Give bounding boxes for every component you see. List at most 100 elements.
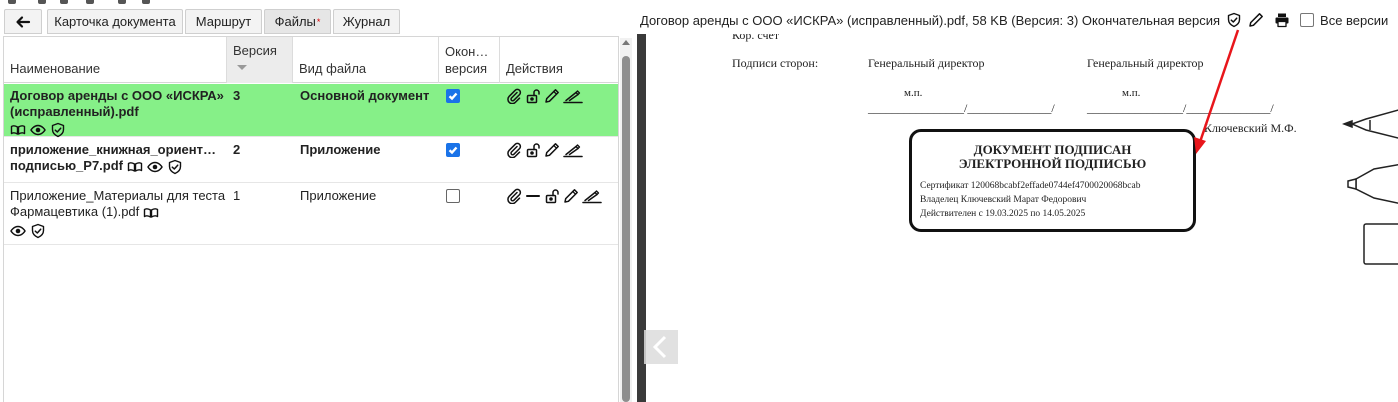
scroll-up-arrow[interactable] [622,40,630,45]
tab-route[interactable]: Маршрут [185,9,262,34]
paperclip-icon[interactable] [506,188,522,204]
paperclip-icon[interactable] [506,88,522,104]
eye-icon[interactable] [30,122,46,138]
file-icons [10,223,226,239]
minus-icon[interactable] [525,188,541,204]
sign-icon[interactable] [563,88,583,104]
shield-check-icon[interactable] [167,159,183,175]
stamp-title: ЭЛЕКТРОННОЙ ПОДПИСЬЮ [958,156,1147,171]
all-versions-checkbox[interactable] [1300,13,1315,27]
pdf-text: Ключевский М.Ф. [1204,121,1297,135]
stamp-cert: Сертификат 120068bcabf2effade0744ef47000… [920,181,1141,191]
table-row[interactable]: Приложение_Материалы для теста Фармацевт… [4,184,618,245]
file-version: 1 [233,188,241,203]
file-name: Договор аренды с ООО «ИСКРА» (исправленн… [10,88,224,119]
pencil-icon[interactable] [1248,12,1264,28]
toolbar-icon[interactable] [60,0,68,4]
header-label: Окон… версия [445,44,489,76]
chevron-left-icon [652,335,667,359]
tab-label: Карточка документа [54,14,176,29]
file-version: 3 [233,88,241,103]
column-header-final[interactable]: Окон… версия [439,37,500,83]
scroll-thumb[interactable] [622,56,630,402]
final-version-checkbox[interactable] [446,89,460,103]
table-row[interactable]: Договор аренды с ООО «ИСКРА» (исправленн… [4,84,618,138]
pencil-icon[interactable] [544,88,560,104]
read-icon[interactable] [143,205,159,221]
unlock-icon[interactable] [525,88,541,104]
grid-scrollbar[interactable] [620,38,632,402]
read-icon[interactable] [127,159,143,175]
column-header-type[interactable]: Вид файла [293,37,439,83]
toolbar-icon[interactable] [118,0,126,4]
unlock-icon[interactable] [544,188,560,204]
pen-decoration [1342,109,1398,265]
file-icons [143,205,159,221]
column-header-actions: Действия [500,37,618,83]
chevron-right-icon [1373,332,1390,360]
toolbar-icon[interactable] [38,0,46,4]
pdf-page: Кор. счет Подписи сторон: Генеральный ди… [646,34,1398,402]
column-header-version[interactable]: Версия [227,37,293,83]
tab-label: Маршрут [195,14,252,29]
files-grid: Наименование Версия Вид файла Окон… верс… [3,36,619,402]
column-header-name[interactable]: Наименование [4,37,227,83]
shield-check-icon[interactable] [1226,12,1242,28]
sign-icon[interactable] [582,188,602,204]
row-actions [506,142,583,158]
header-label: Действия [506,61,563,76]
eye-icon[interactable] [146,159,163,175]
toolbar-icon[interactable] [142,0,150,4]
final-version-checkbox[interactable] [446,189,460,203]
file-icons [127,159,183,175]
file-type: Приложение [300,142,381,157]
stamp-owner: Владелец Ключевский Марат Федорович [920,195,1087,205]
shield-check-icon[interactable] [50,122,66,138]
pencil-icon[interactable] [544,142,560,158]
stamp-valid: Действителен с 19.03.2025 по 14.05.2025 [920,209,1086,219]
pencil-icon[interactable] [563,188,579,204]
printer-icon[interactable] [1274,12,1290,28]
header-label: Версия [233,43,277,58]
pdf-text: ________________/______________/ [1087,101,1274,115]
table-row[interactable]: приложение_книжная_ориент… подписью_P7.p… [4,138,618,183]
document-title: Договор аренды с ООО «ИСКРА» (исправленн… [640,12,1221,28]
tab-label: Журнал [342,14,391,29]
next-page-button[interactable] [1369,329,1393,363]
eye-icon[interactable] [10,223,26,239]
row-actions [506,188,602,204]
toolbar-icon[interactable] [8,0,16,4]
file-name-cell[interactable]: приложение_книжная_ориент… подписью_P7.p… [10,138,226,175]
file-version: 2 [233,142,241,157]
unlock-icon[interactable] [525,142,541,158]
file-name: приложение_книжная_ориент… подписью_P7.p… [10,142,217,173]
checkbox-checked[interactable] [446,89,460,103]
sort-desc-icon [237,65,247,70]
document-header: Договор аренды с ООО «ИСКРА» (исправленн… [640,9,1398,31]
tab-files[interactable]: Файлы * [264,9,331,34]
shield-check-icon[interactable] [30,223,46,239]
final-version-checkbox[interactable] [446,143,460,157]
pdf-viewer[interactable]: Кор. счет Подписи сторон: Генеральный ди… [637,34,1398,402]
paperclip-icon[interactable] [506,142,522,158]
tab-log[interactable]: Журнал [333,9,400,34]
checkbox-checked[interactable] [446,143,460,157]
pdf-text: Подписи сторон: [732,56,819,70]
read-icon[interactable] [10,122,26,138]
row-actions [506,88,583,104]
checkbox-unchecked[interactable] [446,189,460,203]
file-name-cell[interactable]: Приложение_Материалы для теста Фармацевт… [10,184,226,239]
grid-header: Наименование Версия Вид файла Окон… верс… [4,37,618,83]
toolbar-icon[interactable] [86,0,94,4]
prev-page-button[interactable] [644,330,678,364]
back-button[interactable] [4,9,42,34]
toolbar-strip [0,0,640,6]
sign-icon[interactable] [563,142,583,158]
header-label: Вид файла [299,61,367,76]
pdf-text: Генеральный директор [868,56,985,70]
pdf-text: Кор. счет [732,34,780,42]
tab-document-card[interactable]: Карточка документа [47,9,183,34]
pdf-text: Генеральный директор [1087,56,1204,70]
tab-bar: Карточка документа Маршрут Файлы * Журнал [0,9,640,35]
file-name-cell[interactable]: Договор аренды с ООО «ИСКРА» (исправленн… [10,84,226,138]
